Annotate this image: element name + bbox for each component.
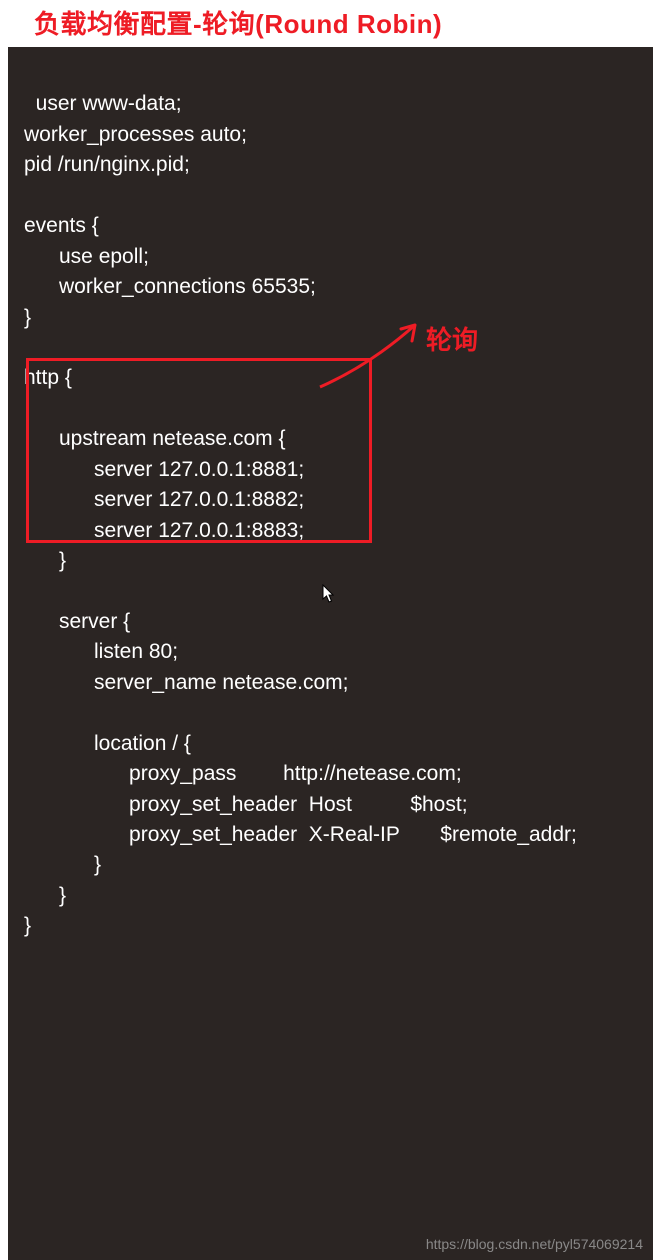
code-content: user www-data; worker_processes auto; pi… — [24, 92, 577, 937]
arrow-icon — [315, 315, 435, 395]
cursor-icon — [322, 584, 336, 604]
watermark: https://blog.csdn.net/pyl574069214 — [426, 1234, 643, 1254]
annotation-label: 轮询 — [426, 322, 478, 360]
highlight-box — [26, 358, 372, 543]
page-title: 负载均衡配置-轮询(Round Robin) — [0, 0, 661, 47]
code-block: user www-data; worker_processes auto; pi… — [8, 47, 653, 1260]
